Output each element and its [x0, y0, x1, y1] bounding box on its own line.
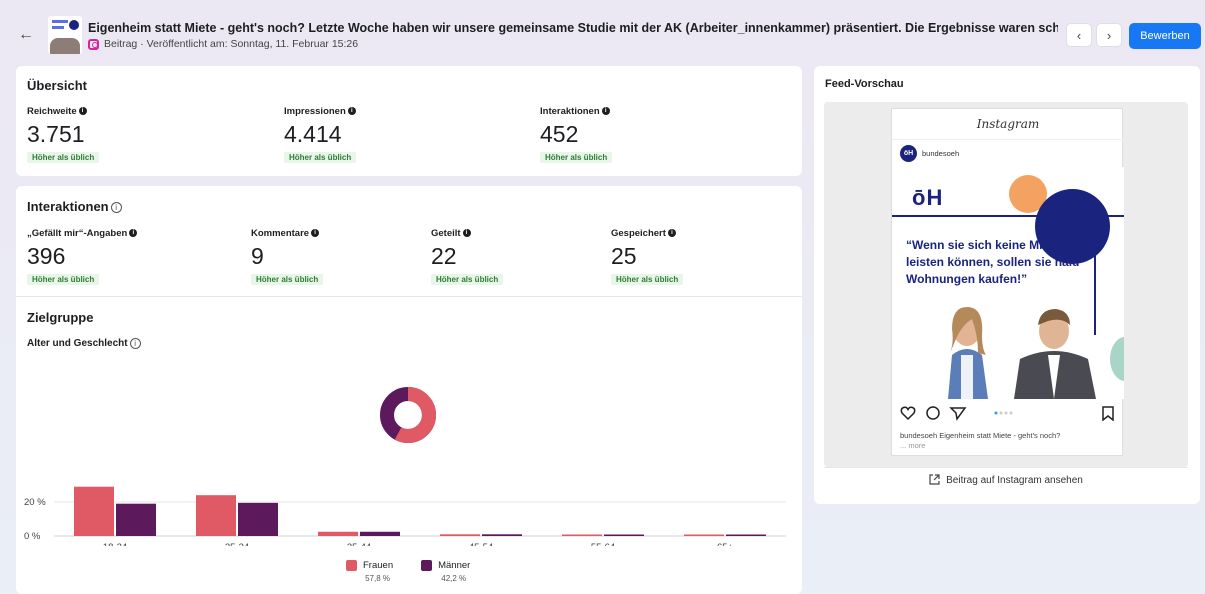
like-heart-icon[interactable]	[900, 406, 916, 421]
info-icon[interactable]: i	[78, 107, 87, 116]
bar-frauen-35-44	[318, 531, 358, 536]
bar-maenner-55-64	[604, 534, 644, 536]
bar-frauen-65+	[684, 534, 724, 536]
x-tick-label: 18-24	[103, 542, 127, 546]
bar-maenner-65+	[726, 534, 766, 536]
bar-frauen-25-34	[196, 495, 236, 536]
x-tick-label: 55-64	[591, 542, 615, 546]
caption-account: bundesoeh	[900, 431, 938, 440]
impressions-label: Impressionen i	[284, 106, 356, 117]
post-date: Beitrag · Veröffentlicht am: Sonntag, 11…	[104, 38, 359, 50]
interactions-card: Interaktionen i „Gefällt mir“-Angaben i 39…	[16, 186, 802, 594]
post-meta: Beitrag · Veröffentlicht am: Sonntag, 11…	[88, 38, 358, 50]
caption-more-link[interactable]: ... more	[900, 441, 925, 450]
external-link-icon	[929, 473, 940, 488]
info-icon[interactable]: i	[601, 107, 610, 116]
post-header: ← Eigenheim statt Miete - geht's noch? L…	[0, 0, 1205, 62]
post-quote: “Wenn sie sich keine Miete leisten könne…	[906, 238, 1080, 286]
x-tick-label: 25-34	[225, 542, 249, 546]
account-avatar: öH	[900, 145, 917, 162]
bar-maenner-35-44	[360, 531, 400, 536]
teal-circle	[1110, 337, 1124, 381]
post-thumbnail	[48, 16, 82, 54]
caption-text: Eigenheim statt Miete - geht's noch?	[939, 431, 1061, 440]
person-woman-image	[948, 307, 988, 399]
post-title: Eigenheim statt Miete - geht's noch? Let…	[88, 21, 1058, 35]
instagram-icon	[88, 38, 99, 50]
instagram-wordmark: Instagram	[976, 117, 1040, 131]
bar-maenner-18-24	[116, 503, 156, 536]
instagram-actions	[900, 405, 1116, 422]
share-icon[interactable]	[949, 407, 967, 421]
swatch-maenner	[421, 560, 433, 571]
interactions-value: 452	[540, 121, 579, 147]
bar-maenner-25-34	[238, 502, 278, 536]
interactions-badge: Höher als üblich	[540, 152, 613, 163]
promote-button[interactable]: Bewerben	[1129, 23, 1201, 49]
legend-item-frauen[interactable]: Frauen 57,8 %	[346, 560, 393, 583]
age-gender-chart: 0 % 20 % 18-24 25-34 35-44 45-54 55-64 65+	[24, 387, 786, 546]
overview-title: Übersicht	[27, 78, 87, 93]
next-post-button[interactable]: ›	[1096, 23, 1122, 47]
view-on-instagram-link[interactable]: Beitrag auf Instagram ansehen	[824, 467, 1188, 493]
legend-label: Männer	[438, 560, 471, 571]
post-caption: bundesoeh Eigenheim statt Miete - geht's…	[900, 431, 1116, 451]
bar-frauen-45-54	[440, 534, 480, 536]
legend-percent: 57,8 %	[365, 574, 390, 583]
feed-preview-title: Feed-Vorschau	[825, 78, 904, 90]
info-icon[interactable]: i	[347, 107, 356, 116]
bookmark-icon[interactable]	[1102, 406, 1114, 422]
previous-post-button[interactable]: ‹	[1066, 23, 1092, 47]
account-name: bundesoeh	[922, 149, 960, 158]
reach-badge: Höher als üblich	[27, 152, 100, 163]
person-man-image	[1014, 309, 1096, 399]
bar-frauen-18-24	[74, 486, 114, 536]
impressions-badge: Höher als üblich	[284, 152, 357, 163]
interactions-label: Interaktionen i	[540, 106, 610, 117]
bar-maenner-45-54	[482, 534, 522, 536]
carousel-dots	[994, 411, 1013, 415]
comment-icon[interactable]	[926, 406, 940, 420]
instagram-post-preview: Instagram öH bundesoeh ōH “Wenn sie sich…	[891, 108, 1124, 456]
impressions-value: 4.414	[284, 121, 342, 147]
legend-label: Frauen	[363, 560, 394, 571]
reach-label: Reichweite i	[27, 106, 87, 117]
y-tick-label: 20 %	[24, 497, 46, 508]
swatch-frauen	[346, 560, 357, 571]
legend-percent: 42,2 %	[441, 574, 467, 583]
x-tick-label: 35-44	[347, 542, 371, 546]
x-tick-label: 45-54	[469, 542, 493, 546]
bar-frauen-55-64	[562, 534, 602, 536]
view-on-instagram-label: Beitrag auf Instagram ansehen	[946, 475, 1083, 486]
overview-card: Übersicht Reichweite i 3.751 Höher als üb…	[16, 66, 802, 176]
y-tick-label: 0 %	[24, 531, 41, 542]
post-image: ōH “Wenn sie sich keine Miete leisten kö…	[892, 167, 1124, 399]
oeh-logo: ōH	[912, 185, 944, 210]
back-arrow-icon[interactable]: ←	[18, 26, 34, 44]
x-tick-label: 65+	[717, 542, 734, 546]
chart-legend: Frauen 57,8 % Männer 42,2 %	[346, 560, 470, 583]
legend-item-maenner[interactable]: Männer 42,2 %	[421, 560, 470, 583]
reach-value: 3.751	[27, 121, 85, 147]
